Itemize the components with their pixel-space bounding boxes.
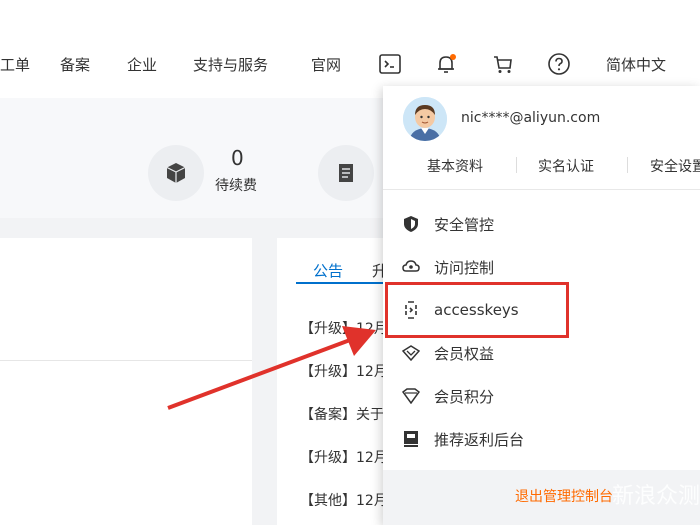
nav-beian[interactable]: 备案	[60, 54, 90, 75]
user-email: nic****@aliyun.com	[461, 110, 601, 126]
profile-security-settings[interactable]: 安全设置	[650, 156, 700, 176]
monitor-icon	[402, 430, 420, 448]
link-separator	[627, 157, 628, 173]
annotation-highlight-box	[385, 282, 569, 338]
pending-renewal-label[interactable]: 待续费	[215, 175, 257, 195]
menu-security-control[interactable]: 安全管控	[402, 211, 682, 237]
avatar[interactable]	[403, 97, 447, 141]
pending-renewal-count[interactable]: 0	[231, 146, 244, 170]
menu-referral-backend[interactable]: 推荐返利后台	[402, 426, 682, 452]
nav-ticket[interactable]: 工单	[0, 54, 30, 75]
bell-icon[interactable]	[433, 51, 459, 77]
terminal-icon[interactable]	[377, 51, 403, 77]
nav-website[interactable]: 官网	[311, 54, 341, 75]
cloud-key-icon	[402, 258, 420, 276]
tab-underline	[296, 282, 386, 284]
tab-announcements[interactable]: 公告	[313, 260, 343, 281]
nav-enterprise[interactable]: 企业	[127, 54, 157, 75]
menu-member-points[interactable]: 会员积分	[402, 383, 682, 409]
profile-verification[interactable]: 实名认证	[538, 156, 594, 176]
cart-icon[interactable]	[490, 51, 516, 77]
announcement-row[interactable]: 【升级】12月	[300, 318, 388, 338]
announcement-row[interactable]: 【升级】12月	[300, 447, 388, 467]
logout-link[interactable]: 退出管理控制台	[515, 486, 613, 506]
menu-label: 访问控制	[434, 258, 495, 277]
help-icon[interactable]	[546, 51, 572, 77]
announcement-row[interactable]: 【升级】12月	[300, 361, 388, 381]
announcement-row[interactable]: 【备案】关于	[300, 404, 384, 424]
watermark: 新浪众测	[612, 484, 700, 509]
shield-icon	[402, 215, 420, 233]
menu-label: 会员权益	[434, 344, 495, 363]
diamond-icon	[402, 344, 420, 362]
profile-basic-info[interactable]: 基本资料	[427, 156, 483, 176]
nav-support[interactable]: 支持与服务	[193, 54, 268, 75]
card-divider	[0, 360, 252, 361]
top-navbar	[0, 0, 700, 98]
menu-label: 会员积分	[434, 387, 495, 406]
announcement-row[interactable]: 【其他】12月	[300, 490, 388, 510]
menu-member-benefits[interactable]: 会员权益	[402, 340, 682, 366]
link-separator	[516, 157, 517, 173]
box-icon	[148, 145, 204, 201]
language-switch[interactable]: 简体中文	[606, 54, 666, 75]
left-card	[0, 238, 252, 525]
menu-access-control[interactable]: 访问控制	[402, 254, 682, 280]
menu-label: 安全管控	[434, 215, 495, 234]
document-icon	[318, 145, 374, 201]
gem-icon	[402, 387, 420, 405]
dropdown-divider	[383, 189, 700, 190]
menu-label: 推荐返利后台	[434, 430, 525, 449]
